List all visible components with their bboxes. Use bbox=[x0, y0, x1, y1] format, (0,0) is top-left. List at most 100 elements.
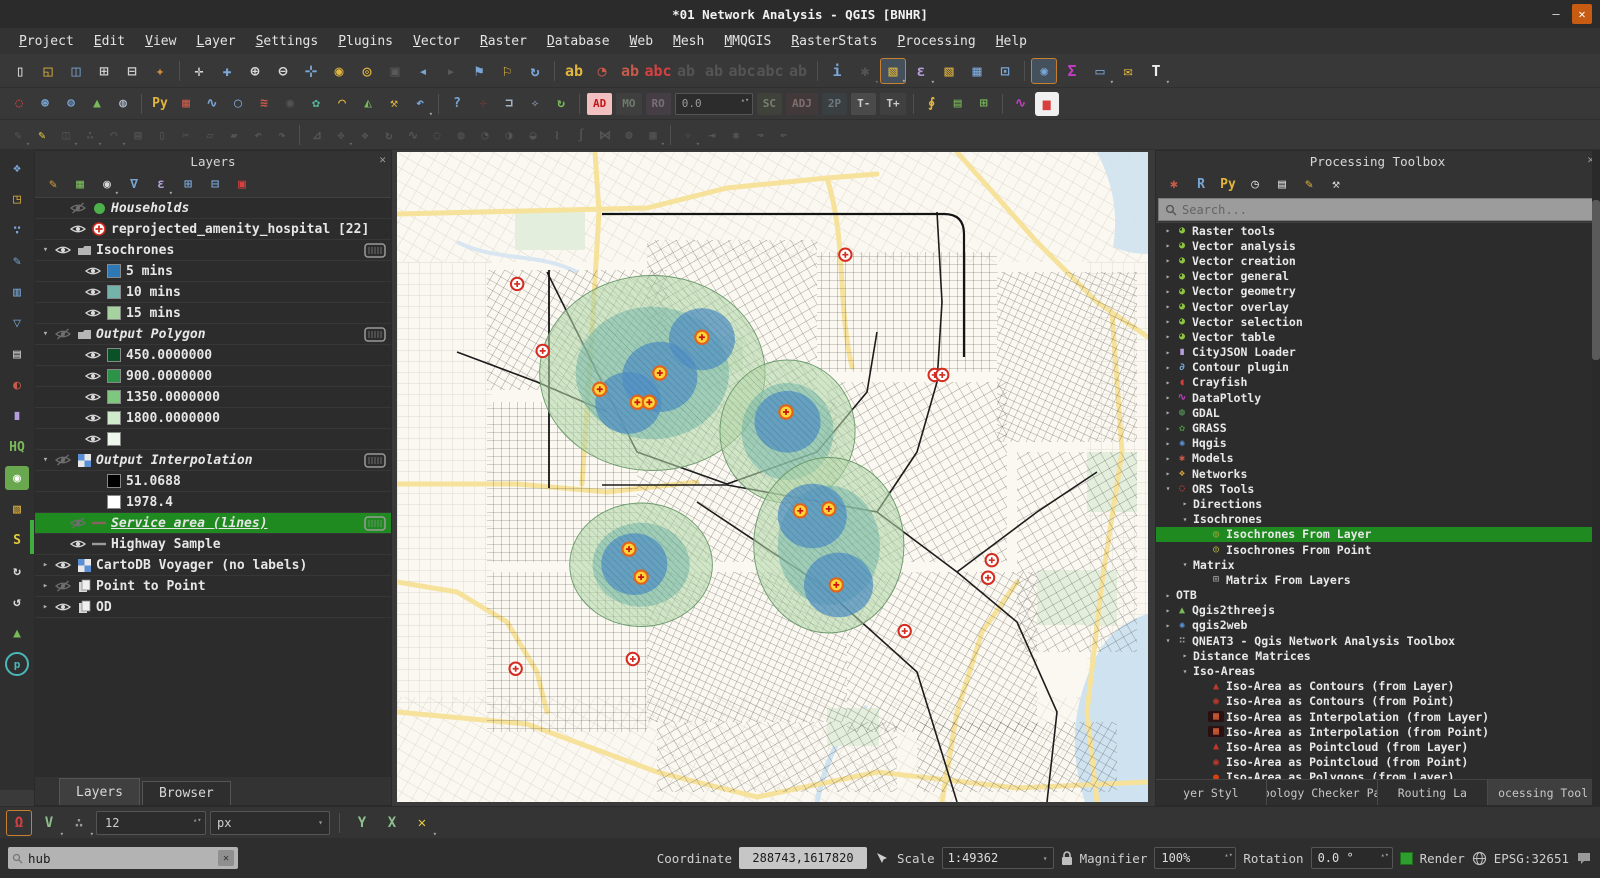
dock-tab-pology-checker-pa[interactable]: pology Checker Pa bbox=[1267, 780, 1378, 805]
redo-icon[interactable]: ↷ bbox=[271, 124, 293, 146]
add-polygon-layer-icon[interactable]: ▽ bbox=[5, 311, 29, 335]
gdrive-plus-icon[interactable]: ▲ bbox=[5, 621, 29, 645]
style-manager-icon[interactable]: ✦ bbox=[147, 58, 173, 84]
paste-features-icon[interactable]: ▰ bbox=[223, 124, 245, 146]
filter-legend-icon[interactable]: ∇ bbox=[123, 173, 145, 195]
highlight-labels-icon[interactable]: abc bbox=[645, 58, 671, 84]
alg-ors-tools[interactable]: ▾◌ORS Tools bbox=[1156, 481, 1599, 496]
snapping-magnet-icon[interactable]: Ω bbox=[6, 810, 32, 836]
toggle-editing-icon[interactable]: ✎ bbox=[31, 124, 53, 146]
filter-expression-icon[interactable]: ε bbox=[150, 173, 172, 195]
layer-visibility-icon[interactable] bbox=[82, 391, 104, 403]
tree-arrow-icon[interactable]: ▸ bbox=[1162, 621, 1174, 630]
alg-isoarea-pointcloud-point[interactable]: ◉Iso-Area as Pointcloud (from Point) bbox=[1156, 755, 1599, 770]
vertex-tool-icon[interactable]: ✧ bbox=[677, 124, 699, 146]
toolbox-options-icon[interactable]: ⚒ bbox=[1325, 173, 1347, 195]
layer-visibility-icon[interactable] bbox=[82, 370, 104, 382]
new-bookmark-icon[interactable]: ⚑ bbox=[466, 58, 492, 84]
search-layers-icon[interactable]: ⊜ bbox=[59, 92, 83, 116]
zoom-to-layer-icon[interactable]: ◎ bbox=[354, 58, 380, 84]
t-minus-button[interactable]: T- bbox=[851, 93, 876, 115]
toolbox-python-icon[interactable]: Py bbox=[1217, 173, 1239, 195]
tree-arrow-icon[interactable]: ▸ bbox=[1162, 363, 1174, 372]
sld4raster-icon[interactable]: ▤ bbox=[946, 92, 970, 116]
run-feature-action-icon[interactable]: ✱ bbox=[852, 58, 878, 84]
alg-qneat3[interactable]: ▾∷QNEAT3 - Qgis Network Analysis Toolbox bbox=[1156, 633, 1599, 648]
alg-vector-creation[interactable]: ▸◕Vector creation bbox=[1156, 253, 1599, 268]
tree-arrow-icon[interactable]: ▸ bbox=[1162, 317, 1174, 326]
interpolation-icon[interactable]: ∿ bbox=[200, 92, 224, 116]
tree-arrow-icon[interactable]: ▸ bbox=[1162, 256, 1174, 265]
layer-visibility-icon[interactable] bbox=[82, 349, 104, 361]
add-comb-layer-icon[interactable]: ▥ bbox=[5, 280, 29, 304]
save-edits-icon[interactable]: ◫ bbox=[55, 124, 77, 146]
alg-raster-tools[interactable]: ▸◕Raster tools bbox=[1156, 223, 1599, 238]
python-console-icon[interactable]: Py bbox=[148, 92, 172, 116]
project-open-icon[interactable]: ◱ bbox=[35, 58, 61, 84]
show-bookmarks-icon[interactable]: ⚐ bbox=[494, 58, 520, 84]
vertex-snap-icon[interactable]: V bbox=[36, 810, 62, 836]
cut-features-icon[interactable]: ✂ bbox=[175, 124, 197, 146]
menu-mesh[interactable]: Mesh bbox=[664, 32, 713, 51]
render-checkbox[interactable] bbox=[1400, 852, 1413, 865]
tree-arrow-icon[interactable]: ▸ bbox=[39, 560, 52, 570]
pan-map-icon[interactable]: ✛ bbox=[186, 58, 212, 84]
collapse-all-icon[interactable]: ⊟ bbox=[204, 173, 226, 195]
layer-reprojected-amenity-hospital[interactable]: reprojected_amenity_hospital [22] bbox=[35, 219, 391, 240]
toolbox-models-icon[interactable]: ✱ bbox=[1163, 173, 1185, 195]
alg-dataplotly[interactable]: ▸∿DataPlotly bbox=[1156, 390, 1599, 405]
self-snap-icon[interactable]: ∴ bbox=[66, 810, 92, 836]
layer-visibility-icon[interactable] bbox=[67, 223, 89, 235]
alg-vector-general[interactable]: ▸◕Vector general bbox=[1156, 269, 1599, 284]
alg-hqgis[interactable]: ▸✺Hqgis bbox=[1156, 436, 1599, 451]
refresh-map-icon[interactable]: ↻ bbox=[522, 58, 548, 84]
layer-visibility-icon[interactable] bbox=[82, 412, 104, 424]
tree-arrow-icon[interactable]: ▸ bbox=[1162, 302, 1174, 311]
layers-panel-close-icon[interactable]: ✕ bbox=[379, 153, 386, 166]
add-group-icon[interactable]: ▦ bbox=[69, 173, 91, 195]
toolbox-edit-features-icon[interactable]: ✎ bbox=[1298, 173, 1320, 195]
menu-settings[interactable]: Settings bbox=[247, 32, 328, 51]
multiedit-icon[interactable]: ✱ bbox=[725, 124, 747, 146]
tree-arrow-icon[interactable]: ▾ bbox=[39, 455, 52, 465]
undo-icon[interactable]: ↶ bbox=[247, 124, 269, 146]
layer-visibility-icon[interactable] bbox=[52, 601, 74, 613]
layer-op-900[interactable]: 900.0000000 bbox=[35, 366, 391, 387]
refresh-ccw-icon[interactable]: ↺ bbox=[5, 590, 29, 614]
layer-iso-10[interactable]: 10 mins bbox=[35, 282, 391, 303]
layer-labeling-icon[interactable]: ab bbox=[561, 58, 587, 84]
tree-arrow-icon[interactable]: ▾ bbox=[1162, 484, 1174, 493]
layer-diagram-icon[interactable]: ◔ bbox=[589, 58, 615, 84]
group-isochrones[interactable]: ▾Isochrones bbox=[35, 240, 391, 261]
attribute-table-add-icon[interactable]: ⊞ bbox=[972, 92, 996, 116]
alg-isoarea-polygons-layer[interactable]: ●Iso-Area as Polygons (from Layer) bbox=[1156, 770, 1599, 779]
alg-crayfish[interactable]: ▸◖Crayfish bbox=[1156, 375, 1599, 390]
modify-attributes-icon[interactable]: ▤ bbox=[127, 124, 149, 146]
layer-cartodb-voyager[interactable]: ▸CartoDB Voyager (no labels) bbox=[35, 555, 391, 576]
layer-op-1800[interactable]: 1800.0000000 bbox=[35, 408, 391, 429]
move-feature-icon[interactable]: ✥ bbox=[330, 124, 352, 146]
contour-plugin-icon[interactable]: ∮ bbox=[920, 92, 944, 116]
add-feature-icon[interactable]: ∴ bbox=[79, 124, 101, 146]
angle-spinbox[interactable]: 0.0 bbox=[675, 93, 753, 115]
simplify-feature-icon[interactable]: ∿ bbox=[402, 124, 424, 146]
qgis2web-map-icon[interactable]: ▧ bbox=[5, 497, 29, 521]
layer-iso-15[interactable]: 15 mins bbox=[35, 303, 391, 324]
layer-households[interactable]: Households bbox=[35, 198, 391, 219]
messages-icon[interactable] bbox=[1576, 851, 1592, 866]
tree-arrow-icon[interactable]: ▸ bbox=[1162, 241, 1174, 250]
alg-contour-plugin[interactable]: ▸∂Contour plugin bbox=[1156, 360, 1599, 375]
menu-help[interactable]: Help bbox=[987, 32, 1036, 51]
ro-button[interactable]: RO bbox=[646, 93, 671, 115]
move-label-icon[interactable]: ab bbox=[673, 58, 699, 84]
snapping-units-select[interactable]: px▾ bbox=[210, 811, 330, 835]
layer-op-1350[interactable]: 1350.0000000 bbox=[35, 387, 391, 408]
alg-vector-table[interactable]: ▸◕Vector table bbox=[1156, 329, 1599, 344]
zoom-last-icon[interactable]: ◂ bbox=[410, 58, 436, 84]
curved-label-icon[interactable]: abc bbox=[757, 58, 783, 84]
deselect-features-icon[interactable]: ▧ bbox=[936, 58, 962, 84]
alg-matrix[interactable]: ▾Matrix bbox=[1156, 557, 1599, 572]
processing-toolbox-icon[interactable]: ✺ bbox=[1031, 58, 1057, 84]
alg-isoarea-pointcloud-layer[interactable]: ▲Iso-Area as Pointcloud (from Layer) bbox=[1156, 739, 1599, 754]
tree-arrow-icon[interactable]: ▾ bbox=[1179, 560, 1191, 569]
